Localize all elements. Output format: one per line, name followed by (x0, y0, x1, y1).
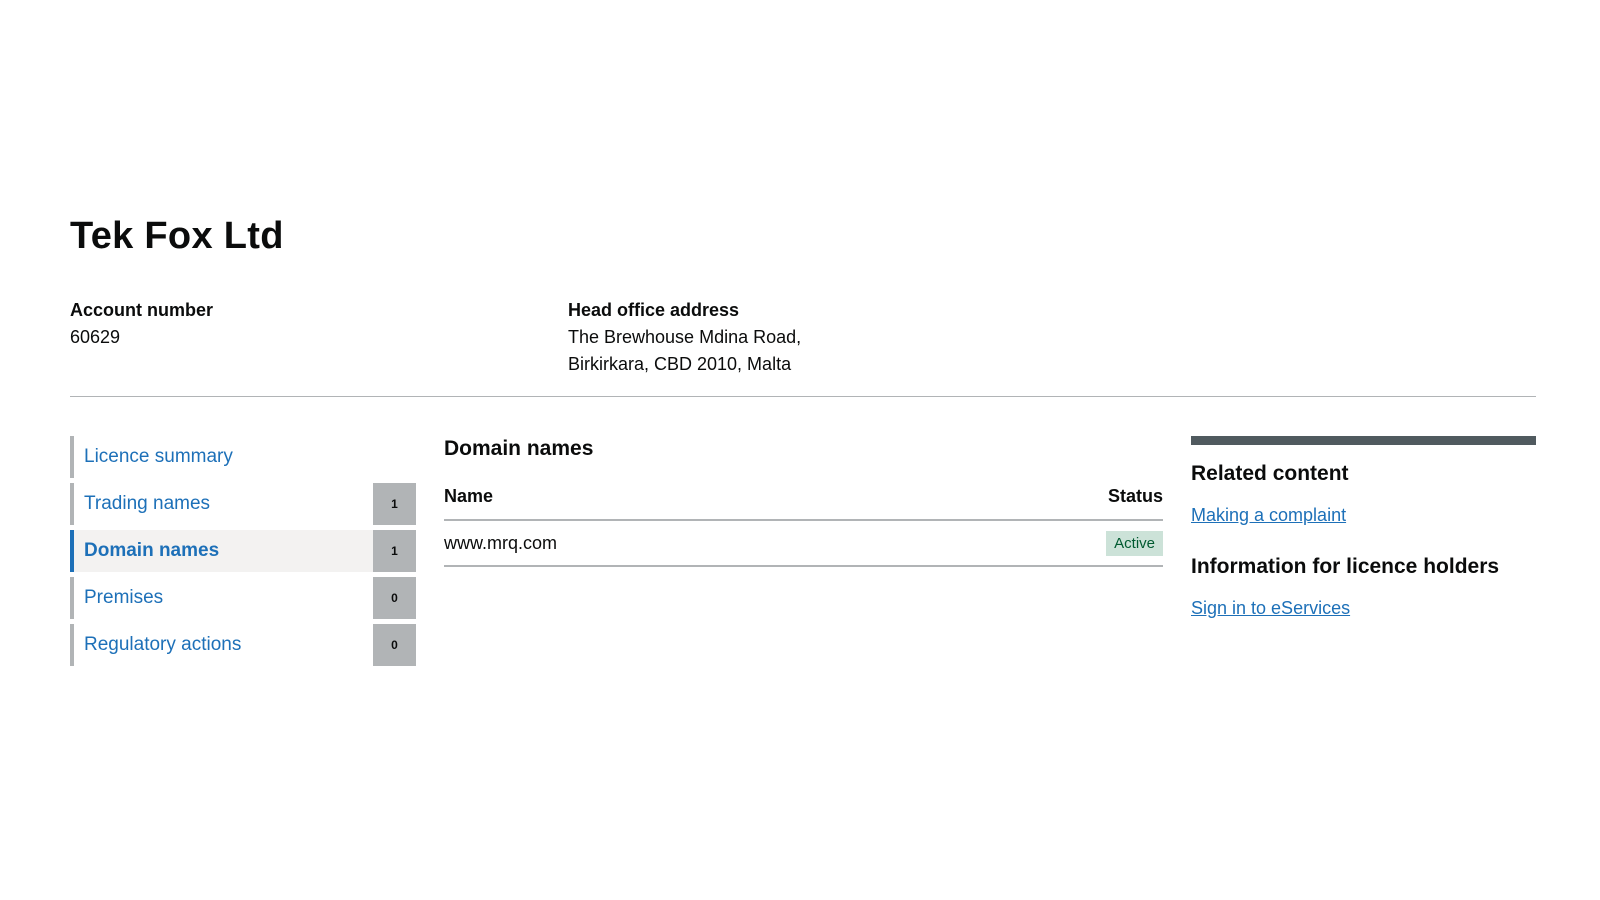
main-content: Domain names Name Status www.mrq.com Act… (444, 436, 1163, 567)
status-cell: Active (922, 520, 1163, 567)
table-row: www.mrq.com Active (444, 520, 1163, 567)
address-line-2: Birkirkara, CBD 2010, Malta (568, 354, 792, 374)
related-content-heading: Related content (1191, 462, 1349, 485)
sidenav-item-licence-summary[interactable]: Licence summary (70, 436, 416, 478)
count-badge: 0 (373, 577, 416, 619)
count-badge: 1 (373, 530, 416, 572)
page-title: Tek Fox Ltd (70, 215, 284, 257)
sidenav-item-label[interactable]: Trading names (74, 493, 373, 515)
related-content-panel: Related content Making a complaint Infor… (1191, 436, 1536, 619)
column-header-name: Name (444, 486, 923, 521)
sidenav-item-premises[interactable]: Premises 0 (70, 577, 416, 619)
column-header-status: Status (922, 486, 1163, 521)
sidenav-item-regulatory-actions[interactable]: Regulatory actions 0 (70, 624, 416, 666)
head-office-address-label: Head office address (568, 300, 740, 320)
head-office-address-block: Head office address The Brewhouse Mdina … (568, 297, 801, 378)
domain-names-table: Name Status www.mrq.com Active (444, 486, 1163, 567)
sidenav-item-label[interactable]: Licence summary (74, 446, 416, 468)
account-number-block: Account number 60629 (70, 297, 213, 351)
sidenav-item-label[interactable]: Domain names (74, 540, 373, 562)
sidenav-item-label[interactable]: Regulatory actions (74, 634, 373, 656)
sign-in-eservices-link[interactable]: Sign in to eServices (1191, 598, 1350, 619)
count-badge: 1 (373, 483, 416, 525)
domain-name-cell: www.mrq.com (444, 520, 923, 567)
side-navigation: Licence summary Trading names 1 Domain n… (70, 436, 416, 671)
section-heading: Domain names (444, 437, 594, 460)
licence-holders-heading: Information for licence holders (1191, 555, 1500, 578)
related-content-top-bar (1191, 436, 1536, 445)
status-badge: Active (1106, 531, 1163, 556)
section-divider (70, 396, 1536, 397)
account-number-value: 60629 (70, 327, 121, 347)
count-badge: 0 (373, 624, 416, 666)
account-number-label: Account number (70, 300, 214, 320)
sidenav-item-label[interactable]: Premises (74, 587, 373, 609)
sidenav-item-trading-names[interactable]: Trading names 1 (70, 483, 416, 525)
sidenav-item-domain-names[interactable]: Domain names 1 (70, 530, 416, 572)
page: Tek Fox Ltd Account number 60629 Head of… (0, 0, 1600, 900)
address-line-1: The Brewhouse Mdina Road, (568, 327, 802, 347)
table-header-row: Name Status (444, 486, 1163, 521)
making-a-complaint-link[interactable]: Making a complaint (1191, 505, 1346, 526)
